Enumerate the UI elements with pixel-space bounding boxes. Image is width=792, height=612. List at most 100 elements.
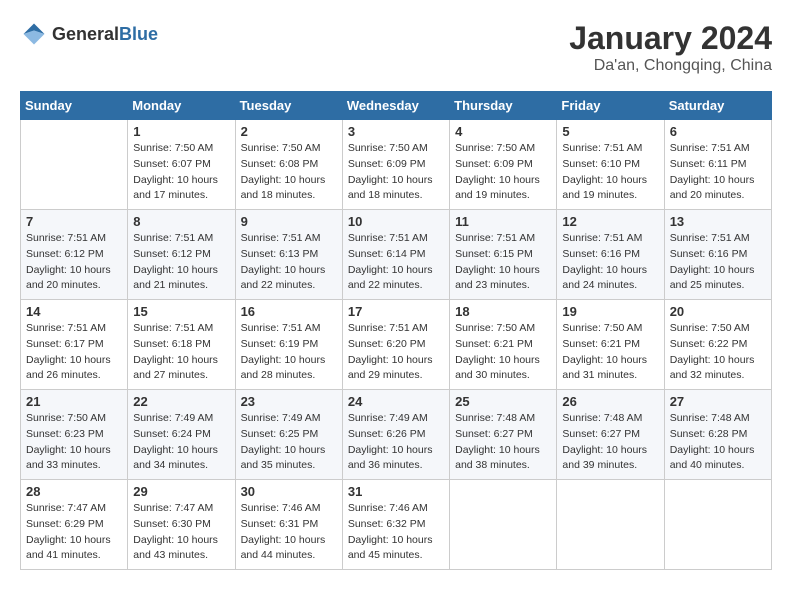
day-cell: 3 Sunrise: 7:50 AMSunset: 6:09 PMDaylight… xyxy=(342,120,449,210)
sunrise-text: Sunrise: 7:49 AM xyxy=(348,412,428,424)
day-number: 24 xyxy=(348,394,444,409)
sunrise-text: Sunrise: 7:51 AM xyxy=(348,322,428,334)
day-info: Sunrise: 7:48 AMSunset: 6:27 PMDaylight:… xyxy=(455,411,551,474)
day-number: 3 xyxy=(348,124,444,139)
daylight-text: Daylight: 10 hours and 45 minutes. xyxy=(348,534,433,562)
sunset-text: Sunset: 6:30 PM xyxy=(133,518,211,530)
sunrise-text: Sunrise: 7:51 AM xyxy=(241,322,321,334)
day-number: 26 xyxy=(562,394,658,409)
header-cell-wednesday: Wednesday xyxy=(342,92,449,120)
daylight-text: Daylight: 10 hours and 25 minutes. xyxy=(670,264,755,292)
day-cell: 25Sunrise: 7:48 AMSunset: 6:27 PMDayligh… xyxy=(450,390,557,480)
day-info: Sunrise: 7:50 AMSunset: 6:23 PMDaylight:… xyxy=(26,411,122,474)
sunset-text: Sunset: 6:16 PM xyxy=(670,248,748,260)
day-number: 7 xyxy=(26,214,122,229)
daylight-text: Daylight: 10 hours and 22 minutes. xyxy=(348,264,433,292)
sunset-text: Sunset: 6:07 PM xyxy=(133,158,211,170)
day-number: 31 xyxy=(348,484,444,499)
daylight-text: Daylight: 10 hours and 24 minutes. xyxy=(562,264,647,292)
day-cell xyxy=(450,480,557,570)
sunrise-text: Sunrise: 7:50 AM xyxy=(455,322,535,334)
day-number: 29 xyxy=(133,484,229,499)
day-cell: 4Sunrise: 7:50 AMSunset: 6:09 PMDaylight… xyxy=(450,120,557,210)
sunset-text: Sunset: 6:15 PM xyxy=(455,248,533,260)
daylight-text: Daylight: 10 hours and 23 minutes. xyxy=(455,264,540,292)
sunrise-text: Sunrise: 7:51 AM xyxy=(455,232,535,244)
day-info: Sunrise: 7:51 AM Sunset: 6:15 PM Daylight:… xyxy=(455,231,551,294)
day-number: 5 xyxy=(562,124,658,139)
month-title: January 2024 xyxy=(569,20,772,57)
day-info: Sunrise: 7:49 AMSunset: 6:24 PMDaylight:… xyxy=(133,411,229,474)
day-info: Sunrise: 7:51 AMSunset: 6:10 PMDaylight:… xyxy=(562,141,658,204)
week-row-5: 28Sunrise: 7:47 AMSunset: 6:29 PMDayligh… xyxy=(21,480,772,570)
sunset-text: Sunset: 6:18 PM xyxy=(133,338,211,350)
daylight-text: Daylight: 10 hours and 41 minutes. xyxy=(26,534,111,562)
daylight-text: Daylight: 10 hours and 20 minutes. xyxy=(26,264,111,292)
day-number: 12 xyxy=(562,214,658,229)
sunset-text: Sunset: 6:22 PM xyxy=(670,338,748,350)
day-number: 17 xyxy=(348,304,444,319)
sunrise-text: Sunrise: 7:50 AM xyxy=(133,142,213,154)
week-row-1: 1Sunrise: 7:50 AMSunset: 6:07 PMDaylight… xyxy=(21,120,772,210)
sunset-text: Sunset: 6:21 PM xyxy=(562,338,640,350)
sunrise-text: Sunrise: 7:51 AM xyxy=(670,142,750,154)
day-cell xyxy=(557,480,664,570)
day-number: 23 xyxy=(241,394,337,409)
daylight-text: Daylight: 10 hours and 19 minutes. xyxy=(455,174,540,202)
sunset-text: Sunset: 6:32 PM xyxy=(348,518,426,530)
sunset-text: Sunset: 6:21 PM xyxy=(455,338,533,350)
day-number: 8 xyxy=(133,214,229,229)
day-cell: 9Sunrise: 7:51 AMSunset: 6:13 PMDaylight… xyxy=(235,210,342,300)
day-cell xyxy=(21,120,128,210)
sunrise-text: Sunrise: 7:48 AM xyxy=(670,412,750,424)
day-info: Sunrise: 7:46 AMSunset: 6:31 PMDaylight:… xyxy=(241,501,337,564)
day-cell: 1Sunrise: 7:50 AMSunset: 6:07 PMDaylight… xyxy=(128,120,235,210)
sunrise-text: Sunrise: 7:51 AM xyxy=(670,232,750,244)
header-cell-sunday: Sunday xyxy=(21,92,128,120)
sunset-text: Sunset: 6:24 PM xyxy=(133,428,211,440)
sunset-text: Sunset: 6:12 PM xyxy=(133,248,211,260)
title-block: January 2024 Da'an, Chongqing, China xyxy=(569,20,772,75)
daylight-text: Daylight: 10 hours and 36 minutes. xyxy=(348,444,433,472)
daylight-text: Daylight: 10 hours and 18 minutes. xyxy=(241,174,326,202)
day-info: Sunrise: 7:50 AMSunset: 6:07 PMDaylight:… xyxy=(133,141,229,204)
day-info: Sunrise: 7:51 AMSunset: 6:12 PMDaylight:… xyxy=(26,231,122,294)
day-number: 14 xyxy=(26,304,122,319)
sunrise-text: Sunrise: 7:51 AM xyxy=(26,322,106,334)
day-number: 22 xyxy=(133,394,229,409)
daylight-text: Daylight: 10 hours and 39 minutes. xyxy=(562,444,647,472)
daylight-text: Daylight: 10 hours and 26 minutes. xyxy=(26,354,111,382)
sunrise-text: Sunrise: 7:47 AM xyxy=(26,502,106,514)
daylight-text: Daylight: 10 hours and 43 minutes. xyxy=(133,534,218,562)
calendar-table: SundayMondayTuesdayWednesdayThursdayFrid… xyxy=(20,91,772,570)
sunset-text: Sunset: 6:14 PM xyxy=(348,248,426,260)
daylight-text: Daylight: 10 hours and 34 minutes. xyxy=(133,444,218,472)
header-cell-tuesday: Tuesday xyxy=(235,92,342,120)
daylight-text: Daylight: 10 hours and 30 minutes. xyxy=(455,354,540,382)
daylight-text: Daylight: 10 hours and 40 minutes. xyxy=(670,444,755,472)
day-cell xyxy=(664,480,771,570)
daylight-text: Daylight: 10 hours and 27 minutes. xyxy=(133,354,218,382)
day-info: Sunrise: 7:48 AMSunset: 6:27 PMDaylight:… xyxy=(562,411,658,474)
sunset-text: Sunset: 6:23 PM xyxy=(26,428,104,440)
header-cell-friday: Friday xyxy=(557,92,664,120)
daylight-text: Daylight: 10 hours and 38 minutes. xyxy=(455,444,540,472)
week-row-3: 14Sunrise: 7:51 AMSunset: 6:17 PMDayligh… xyxy=(21,300,772,390)
day-info: Sunrise: 7:50 AMSunset: 6:09 PMDaylight:… xyxy=(348,141,444,204)
sunrise-text: Sunrise: 7:51 AM xyxy=(133,232,213,244)
sunrise-text: Sunrise: 7:50 AM xyxy=(241,142,321,154)
logo-text-general: General xyxy=(52,24,119,44)
day-info: Sunrise: 7:50 AMSunset: 6:22 PMDaylight:… xyxy=(670,321,766,384)
day-number: 19 xyxy=(562,304,658,319)
sunrise-text: Sunrise: 7:50 AM xyxy=(348,142,428,154)
day-cell: 17Sunrise: 7:51 AMSunset: 6:20 PMDayligh… xyxy=(342,300,449,390)
logo-icon xyxy=(20,20,48,48)
day-info: Sunrise: 7:51 AMSunset: 6:19 PMDaylight:… xyxy=(241,321,337,384)
day-number: 11 xyxy=(455,214,551,229)
daylight-text: Daylight: 10 hours and 31 minutes. xyxy=(562,354,647,382)
day-cell: 22 Sunrise: 7:49 AMSunset: 6:24 PMDayligh… xyxy=(128,390,235,480)
day-number: 2 xyxy=(241,124,337,139)
sunset-text: Sunset: 6:11 PM xyxy=(670,158,747,170)
sunset-text: Sunset: 6:26 PM xyxy=(348,428,426,440)
day-cell: 16Sunrise: 7:51 AMSunset: 6:19 PMDayligh… xyxy=(235,300,342,390)
